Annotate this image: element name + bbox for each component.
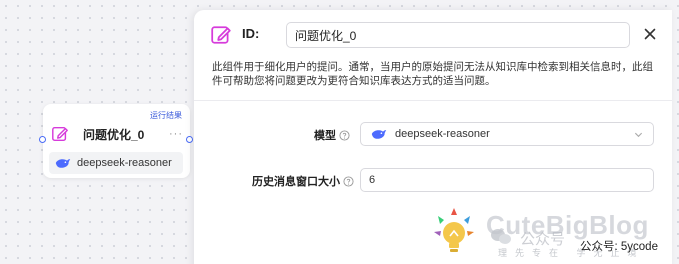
node-header: 问题优化_0 ···: [51, 122, 183, 146]
close-button[interactable]: [640, 24, 660, 44]
id-label: ID:: [242, 26, 260, 41]
node-model-tag: deepseek-reasoner: [49, 152, 183, 174]
model-label: 模型: [314, 130, 336, 142]
node-model-name: deepseek-reasoner: [77, 157, 172, 169]
node-title: 问题优化_0: [83, 127, 145, 142]
workflow-node-question-optimize[interactable]: 运行结果 问题优化_0 ··· deepseek-reasoner: [43, 104, 190, 178]
more-options-icon[interactable]: ···: [169, 129, 183, 140]
divider: [194, 100, 672, 101]
help-icon[interactable]: [343, 175, 354, 187]
bulb-logo-icon: [434, 208, 474, 252]
help-icon[interactable]: [339, 129, 350, 141]
edit-icon: [211, 26, 231, 44]
model-select-value: deepseek-reasoner: [395, 128, 490, 140]
edit-icon: [52, 126, 68, 142]
history-window-label: 历史消息窗口大小: [252, 176, 340, 188]
panel-header: ID: 此组件用于细化用户的提问。通常，当用户的原始提问无法从知识库中检索到相关…: [194, 10, 672, 100]
watermark-account: 公众号: 5ycode: [580, 241, 658, 253]
deepseek-whale-icon: [371, 130, 387, 139]
watermark-ghost-text: 公众号: [520, 231, 566, 248]
output-handle[interactable]: [186, 136, 193, 143]
close-icon: [644, 28, 656, 40]
deepseek-whale-icon: [55, 159, 71, 168]
history-window-input[interactable]: [360, 168, 654, 192]
input-handle[interactable]: [39, 136, 46, 143]
node-description: 此组件用于细化用户的提问。通常，当用户的原始提问无法从知识库中检索到相关信息时，…: [212, 61, 653, 87]
model-select[interactable]: deepseek-reasoner: [360, 122, 654, 146]
run-result-link[interactable]: 运行结果: [150, 110, 182, 121]
history-row-label: 历史消息窗口大小: [252, 173, 354, 189]
node-id-input[interactable]: [286, 22, 630, 48]
wechat-icon: [491, 229, 511, 244]
chevron-down-icon: [634, 132, 643, 138]
model-row-label: 模型: [314, 127, 350, 143]
